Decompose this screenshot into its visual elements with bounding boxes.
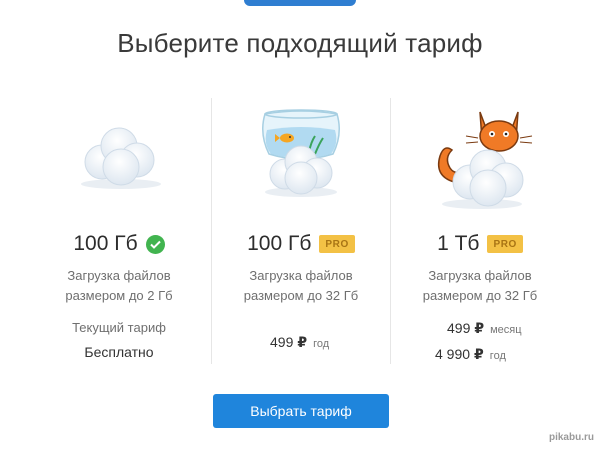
ruble-sign: ₽ (474, 320, 485, 336)
top-tab-indicator (244, 0, 356, 6)
plan-size: 100 Гб (73, 232, 138, 255)
fishbowl-cloud-illustration (212, 100, 390, 218)
ruble-sign: ₽ (297, 334, 308, 350)
plan-card-1tb-pro[interactable]: 1 Тб PRO Загрузка файлов размером до 32 … (391, 100, 569, 366)
current-plan-value: Бесплатно (84, 344, 154, 360)
plan-card-100gb-pro[interactable]: 100 Гб PRO Загрузка файлов размером до 3… (212, 100, 390, 366)
plan-description: Загрузка файлов размером до 2 Гб (30, 266, 208, 306)
price-period: год (489, 350, 506, 362)
plan-description-line: Загрузка файлов (428, 268, 532, 283)
price-period: год (313, 338, 330, 350)
page-title: Выберите подходящий тариф (117, 28, 483, 58)
plan-description-line: размером до 32 Гб (243, 288, 359, 303)
price-yearly: 499 ₽ год (270, 334, 329, 351)
plan-description: Загрузка файлов размером до 32 Гб (391, 266, 569, 306)
plan-description-line: размером до 32 Гб (422, 288, 538, 303)
plan-description-line: Загрузка файлов (249, 268, 353, 283)
plan-description: Загрузка файлов размером до 32 Гб (212, 266, 390, 306)
cat-cloud-illustration (391, 100, 569, 218)
price-monthly: 499 ₽ месяц (447, 320, 522, 337)
price-amount: 4 990 (435, 346, 471, 362)
plan-size: 1 Тб (437, 232, 480, 255)
cloud-illustration (30, 100, 208, 218)
choose-plan-button[interactable]: Выбрать тариф (213, 394, 389, 428)
plan-description-line: Загрузка файлов (67, 268, 171, 283)
price-amount: 499 (447, 320, 471, 336)
price-period: месяц (490, 324, 522, 336)
plan-description-line: размером до 2 Гб (65, 288, 173, 303)
plan-size: 100 Гб (247, 232, 312, 255)
ruble-sign: ₽ (474, 346, 484, 362)
plan-card-free[interactable]: 100 Гб Загрузка файлов размером до 2 Гб … (30, 100, 208, 366)
price-amount: 499 (270, 334, 294, 350)
current-plan-label: Текущий тариф (72, 320, 166, 335)
pro-badge: PRO (319, 235, 355, 253)
watermark: pikabu.ru (548, 432, 594, 443)
check-icon (145, 234, 165, 254)
price-yearly: 4 990 ₽ год (435, 346, 506, 363)
pro-badge: PRO (487, 235, 523, 253)
